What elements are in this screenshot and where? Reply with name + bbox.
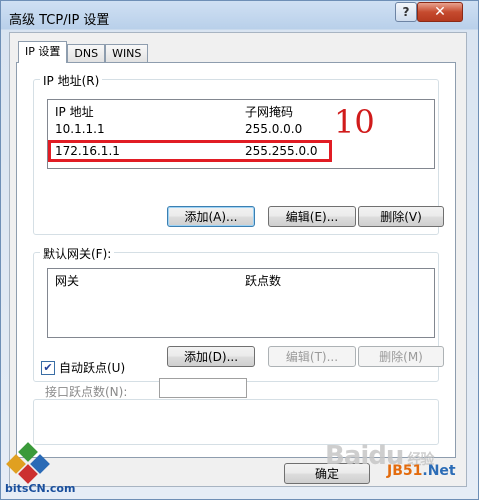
ip-add-button[interactable]: 添加(A)... <box>167 206 255 227</box>
help-button[interactable]: ? <box>395 2 417 22</box>
ip-value: 10.1.1.1 <box>55 122 105 136</box>
metric-group <box>33 399 439 445</box>
bitscn-watermark: bitsCN.com <box>5 482 76 495</box>
gateway-add-button[interactable]: 添加(D)... <box>167 346 255 367</box>
bitscn-logo-icon <box>6 442 50 484</box>
close-icon: ✕ <box>434 4 446 20</box>
auto-metric-label: 自动跃点(U) <box>59 361 126 375</box>
ip-address-group-label: IP 地址(R) <box>40 72 103 89</box>
ip-value: 172.16.1.1 <box>55 144 120 158</box>
help-icon: ? <box>402 5 410 19</box>
ip-list-header: IP 地址 子网掩码 <box>48 102 434 120</box>
jb51-watermark: JB51 .Net <box>387 463 456 479</box>
ip-delete-button[interactable]: 删除(V) <box>358 206 444 227</box>
dialog-window: 高级 TCP/IP 设置 ? ✕ IP 设置 DNS WINS IP 地址(R)… <box>0 0 479 500</box>
gateway-delete-button[interactable]: 删除(M) <box>358 346 444 367</box>
tab-dns[interactable]: DNS <box>67 44 106 62</box>
column-ip-address: IP 地址 <box>55 105 94 119</box>
ip-address-list[interactable]: IP 地址 子网掩码 10.1.1.1 255.0.0.0 172.16.1.1… <box>47 99 435 169</box>
dialog-client: IP 设置 DNS WINS IP 地址(R) IP 地址 子网掩码 10.1.… <box>9 32 467 487</box>
gateway-edit-button[interactable]: 编辑(T)... <box>268 346 356 367</box>
tab-ip-settings[interactable]: IP 设置 <box>18 41 68 63</box>
mask-value: 255.0.0.0 <box>245 122 303 136</box>
column-metric: 跃点数 <box>245 274 282 288</box>
tab-strip: IP 设置 DNS WINS <box>18 41 149 63</box>
close-button[interactable]: ✕ <box>417 2 463 22</box>
ip-row[interactable]: 10.1.1.1 255.0.0.0 <box>50 121 433 139</box>
gateway-list-header: 网关 跃点数 <box>48 271 434 289</box>
ip-row-highlighted[interactable]: 172.16.1.1 255.255.0.0 <box>48 140 332 162</box>
interface-metric-input[interactable] <box>159 378 247 398</box>
column-subnet-mask: 子网掩码 <box>245 105 294 119</box>
checkbox-checked-icon: ✔ <box>41 360 55 375</box>
ip-address-group: IP 地址(R) IP 地址 子网掩码 10.1.1.1 255.0.0.0 1… <box>33 72 444 235</box>
title-bar: 高级 TCP/IP 设置 ? ✕ <box>1 1 478 31</box>
interface-metric-label: 接口跃点数(N): <box>45 385 128 399</box>
window-title: 高级 TCP/IP 设置 <box>9 13 110 28</box>
mask-value: 255.255.0.0 <box>245 144 318 158</box>
ip-edit-button[interactable]: 编辑(E)... <box>268 206 356 227</box>
gateway-group-label: 默认网关(F): <box>40 245 115 262</box>
annotation-number: 10 <box>334 103 375 141</box>
auto-metric-checkbox[interactable]: ✔ 自动跃点(U) <box>41 359 125 376</box>
tab-wins[interactable]: WINS <box>105 44 149 62</box>
column-gateway: 网关 <box>55 274 80 288</box>
gateway-list[interactable]: 网关 跃点数 <box>47 268 435 338</box>
